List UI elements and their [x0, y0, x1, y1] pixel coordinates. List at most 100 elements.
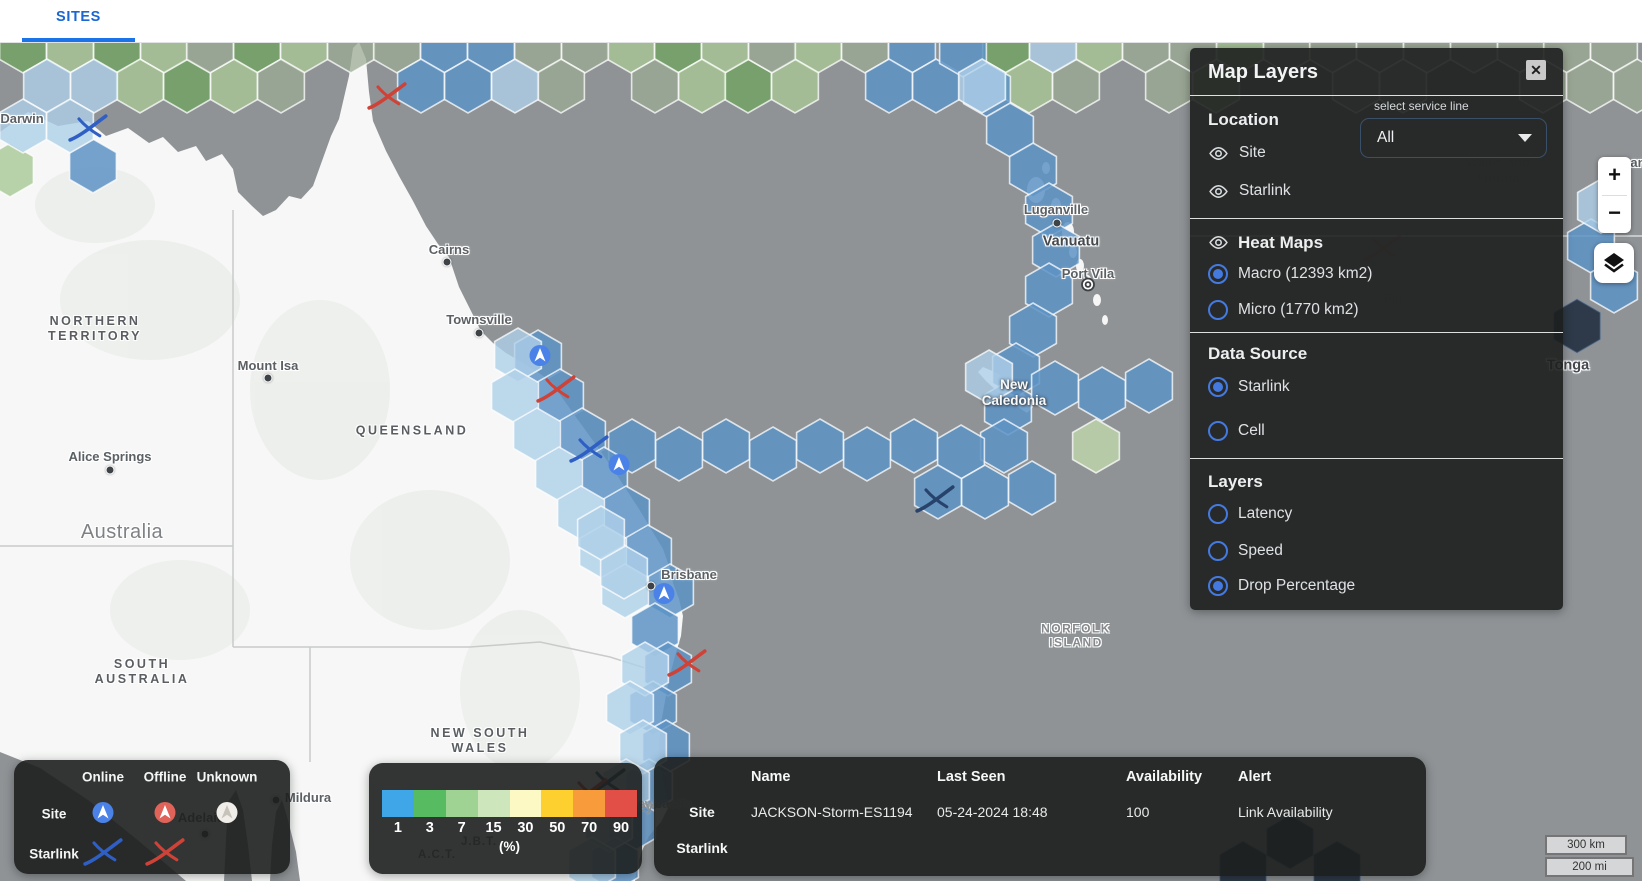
heatmap-label: Macro (12393 km2) [1238, 265, 1372, 283]
starlink-icon [567, 434, 612, 465]
starlink-icon [143, 837, 188, 868]
divider [1190, 332, 1563, 333]
location-row-label: Starlink [1239, 182, 1291, 200]
zoom-out-button[interactable]: − [1598, 195, 1631, 232]
color-scale-tick: 50 [541, 820, 573, 836]
layer-option[interactable]: Speed [1208, 540, 1283, 562]
divider [1190, 95, 1563, 96]
color-scale-tick: 15 [478, 820, 510, 836]
color-scale-segment [605, 790, 637, 817]
starlink-icon [534, 374, 579, 405]
radio-selected[interactable] [1208, 377, 1228, 397]
starlink-marker[interactable] [914, 486, 956, 518]
tab-active-underline [22, 38, 135, 42]
starlink-marker[interactable] [535, 376, 577, 408]
layer-option[interactable]: Drop Percentage [1208, 575, 1355, 597]
city-dot [475, 329, 484, 338]
info-column-header: Alert [1238, 769, 1271, 785]
legend-column-header: Unknown [197, 770, 258, 785]
layer-label: Drop Percentage [1238, 577, 1355, 595]
site-marker-icon [528, 344, 552, 368]
info-cell: 05-24-2024 18:48 [937, 804, 1048, 820]
starlink-icon [913, 484, 958, 515]
city-dot [443, 258, 452, 267]
starlink-marker[interactable] [666, 650, 708, 682]
divider [1190, 218, 1563, 219]
city-dot [106, 466, 115, 475]
section-location-title: Location [1208, 110, 1279, 130]
legend-site-marker-offline [153, 801, 177, 828]
city-dot [264, 374, 273, 383]
section-layers-title: Layers [1208, 472, 1263, 492]
datasource-option[interactable]: Starlink [1208, 376, 1290, 398]
location-toggle-site[interactable]: Site [1208, 142, 1266, 164]
layer-label: Latency [1238, 505, 1292, 523]
close-icon[interactable]: ✕ [1526, 60, 1546, 80]
datasource-label: Starlink [1238, 378, 1290, 396]
color-scale-unit: (%) [382, 839, 637, 854]
starlink-icon [665, 648, 710, 679]
service-line-select[interactable]: All [1360, 118, 1547, 158]
info-row-label: Site [689, 804, 715, 820]
radio-selected[interactable] [1208, 264, 1228, 284]
info-cell: 100 [1126, 804, 1149, 820]
section-heatmaps-title: Heat Maps [1208, 232, 1323, 253]
basemap-layers-button[interactable] [1594, 243, 1634, 283]
radio-unselected[interactable] [1208, 300, 1228, 320]
tab-sites-label: SITES [22, 9, 135, 25]
heatmap-option[interactable]: Micro (1770 km2) [1208, 299, 1359, 321]
layers-icon [1601, 250, 1627, 276]
site-marker[interactable] [528, 344, 552, 373]
radio-unselected[interactable] [1208, 421, 1228, 441]
info-column-header: Last Seen [937, 769, 1006, 785]
zoom-in-button[interactable]: + [1598, 157, 1631, 194]
starlink-marker[interactable] [67, 115, 109, 147]
capital-marker [1080, 277, 1096, 298]
radio-unselected[interactable] [1208, 541, 1228, 561]
divider [1190, 458, 1563, 459]
eye-icon [1208, 232, 1229, 253]
heatmap-option[interactable]: Macro (12393 km2) [1208, 263, 1372, 285]
radio-selected[interactable] [1208, 576, 1228, 596]
starlink-marker[interactable] [366, 83, 408, 115]
top-nav-bar: SITES [0, 0, 1642, 42]
starlink-icon [81, 837, 126, 868]
info-column-header: Name [751, 769, 791, 785]
site-marker[interactable] [652, 582, 676, 611]
panel-title: Map Layers [1208, 61, 1318, 84]
legend-site-marker-unknown [215, 801, 239, 828]
color-scale-tick: 3 [414, 820, 446, 836]
legend-column-header: Offline [144, 770, 187, 785]
location-toggle-starlink[interactable]: Starlink [1208, 180, 1291, 202]
status-legend-panel: OnlineOfflineUnknownSiteStarlink [14, 760, 290, 874]
app-window: DarwinCairnsTownsvilleMount IsaAlice Spr… [0, 0, 1642, 881]
city-dot [1053, 219, 1062, 228]
starlink-icon [365, 81, 410, 112]
color-scale-tick: 70 [573, 820, 605, 836]
heatmap-label: Micro (1770 km2) [1238, 301, 1359, 319]
info-column-header: Availability [1126, 769, 1202, 785]
datasource-option[interactable]: Cell [1208, 420, 1265, 442]
legend-row-label: Starlink [29, 847, 79, 862]
percent-legend-panel: 1371530507090 (%) [369, 763, 642, 874]
info-row-label: Starlink [676, 840, 727, 856]
layer-option[interactable]: Latency [1208, 503, 1292, 525]
starlink-icon [66, 113, 111, 144]
location-row-label: Site [1239, 144, 1266, 162]
chevron-down-icon [1518, 134, 1532, 142]
service-line-label: select service line [1374, 99, 1469, 113]
tab-sites[interactable]: SITES [22, 0, 135, 42]
starlink-marker[interactable] [568, 436, 610, 468]
color-scale-tick: 90 [605, 820, 637, 836]
color-scale-tick: 1 [382, 820, 414, 836]
section-datasource-title: Data Source [1208, 344, 1307, 364]
color-scale-tick: 7 [446, 820, 478, 836]
info-cell: JACKSON-Storm-ES1194 [751, 804, 913, 820]
radio-unselected[interactable] [1208, 504, 1228, 524]
map-layers-panel: Map Layers ✕ Location Site Starlink selec… [1190, 48, 1563, 610]
site-marker-icon [215, 801, 239, 825]
color-scale-bar [382, 790, 637, 817]
layer-label: Speed [1238, 542, 1283, 560]
site-marker-icon [153, 801, 177, 825]
eye-icon [1208, 143, 1229, 164]
